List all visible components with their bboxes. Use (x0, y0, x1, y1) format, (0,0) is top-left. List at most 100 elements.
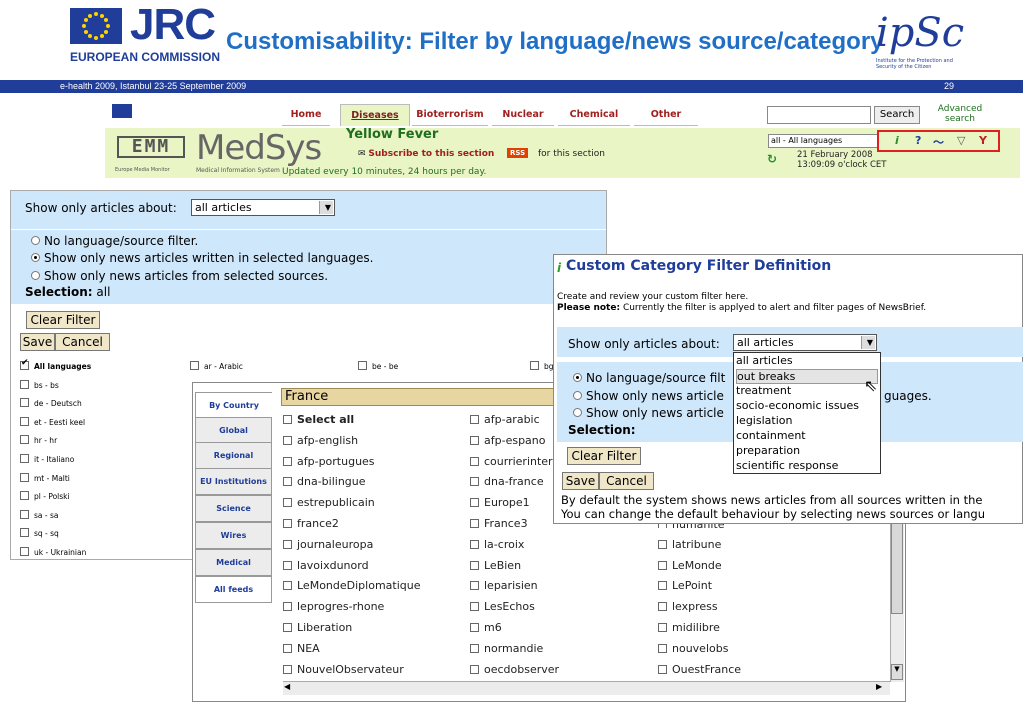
search-button[interactable]: Search (874, 106, 920, 124)
clear-filter-button[interactable]: Clear Filter (26, 311, 100, 329)
option-languages[interactable]: Show only news articles written in selec… (31, 251, 373, 265)
help-icon[interactable]: ? (915, 134, 921, 147)
source-item[interactable]: LeMondeDiplomatique (283, 579, 421, 592)
tab-home[interactable]: Home (282, 104, 330, 126)
source-checkbox[interactable] (283, 602, 292, 612)
source-checkbox[interactable] (283, 539, 292, 549)
chart-icon[interactable]: 〜 (933, 134, 944, 150)
tab-eu-institutions[interactable]: EU Institutions (195, 468, 272, 495)
source-checkbox[interactable] (470, 435, 479, 445)
source-checkbox[interactable] (283, 623, 292, 632)
custom-filter-icon[interactable]: Y (979, 134, 987, 147)
source-checkbox[interactable] (283, 415, 292, 424)
tab-diseases[interactable]: Diseases (340, 104, 410, 126)
category-option-sources[interactable]: Show only news article (573, 406, 724, 420)
category-option-languages[interactable]: Show only news article (573, 389, 724, 403)
source-checkbox[interactable] (283, 581, 292, 591)
language-select[interactable]: all - All languages (768, 134, 878, 148)
source-checkbox[interactable] (470, 581, 479, 591)
language-item[interactable]: uk - Ukrainian (20, 547, 86, 557)
radio-no-filter[interactable] (573, 373, 582, 382)
tab-chemical[interactable]: Chemical (558, 104, 630, 126)
source-checkbox[interactable] (470, 560, 479, 570)
language-item[interactable]: it - Italiano (20, 454, 74, 464)
source-checkbox[interactable] (283, 498, 292, 508)
source-item[interactable]: afp-portugues (283, 455, 375, 468)
language-checkbox[interactable] (358, 361, 367, 370)
language-checkbox[interactable] (20, 454, 29, 463)
language-checkbox[interactable] (20, 472, 29, 482)
source-item[interactable]: courrierinter (470, 455, 553, 468)
language-item[interactable]: mt - Malti (20, 472, 70, 483)
option-sources[interactable]: Show only news articles from selected so… (31, 269, 328, 283)
source-item[interactable]: dna-france (470, 475, 544, 488)
source-item[interactable]: leprogres-rhone (283, 600, 384, 613)
source-item[interactable]: journaleuropa (283, 538, 373, 551)
source-item[interactable]: NouvelObservateur (283, 663, 404, 676)
language-item[interactable]: bg (530, 361, 554, 371)
source-item[interactable]: Europe1 (470, 496, 530, 509)
source-checkbox[interactable] (470, 477, 479, 487)
source-checkbox[interactable] (283, 560, 292, 570)
source-checkbox[interactable] (283, 664, 292, 674)
source-item[interactable]: latribune (658, 538, 721, 551)
language-item[interactable]: be - be (358, 361, 398, 371)
show-only-select[interactable]: all articles ▼ (191, 199, 335, 216)
radio-no-filter[interactable] (31, 236, 40, 245)
source-item[interactable]: LeMonde (658, 559, 722, 572)
tab-by-country[interactable]: By Country (195, 392, 272, 419)
source-checkbox[interactable] (470, 602, 479, 612)
category-save-button[interactable]: Save (562, 472, 599, 490)
radio-sources[interactable] (31, 271, 40, 280)
scrollbar-thumb[interactable] (891, 520, 903, 614)
category-select[interactable]: all articles ▼ (733, 334, 877, 351)
language-checkbox[interactable] (20, 528, 29, 538)
dropdown-option[interactable]: all articles (736, 354, 793, 367)
source-checkbox[interactable] (470, 623, 479, 632)
source-checkbox[interactable] (658, 581, 667, 591)
language-checkbox[interactable] (190, 361, 199, 370)
cancel-button[interactable]: Cancel (55, 333, 110, 351)
source-checkbox[interactable] (283, 477, 292, 487)
radio-sources[interactable] (573, 408, 582, 417)
radio-languages[interactable] (31, 253, 40, 262)
source-item[interactable]: LeBien (470, 559, 521, 572)
source-checkbox[interactable] (283, 435, 292, 445)
source-checkbox[interactable] (283, 456, 292, 466)
source-item[interactable]: la-croix (470, 538, 524, 551)
language-item[interactable]: et - Eesti keel (20, 416, 85, 427)
source-item[interactable]: france2 (283, 517, 339, 530)
source-item[interactable]: normandie (470, 642, 543, 655)
language-item[interactable]: sq - sq (20, 528, 59, 538)
subscribe-link[interactable]: ✉ Subscribe to this section (358, 149, 494, 159)
dropdown-option[interactable]: treatment (736, 384, 791, 397)
source-checkbox[interactable] (658, 539, 667, 549)
tab-all-feeds[interactable]: All feeds (195, 576, 272, 603)
language-item[interactable]: pl - Polski (20, 491, 70, 501)
dropdown-option[interactable]: out breaks (736, 369, 878, 384)
tab-wires[interactable]: Wires (195, 522, 272, 549)
language-checkbox[interactable] (20, 547, 29, 556)
dropdown-option[interactable]: socio-economic issues (736, 399, 859, 412)
source-checkbox[interactable] (470, 456, 479, 466)
source-item[interactable]: Select all (283, 413, 354, 426)
source-item[interactable]: m6 (470, 621, 502, 634)
source-item[interactable]: Liberation (283, 621, 352, 634)
source-checkbox[interactable] (283, 643, 292, 653)
search-input[interactable] (767, 106, 871, 124)
source-item[interactable]: lavoixdunord (283, 559, 369, 572)
source-item[interactable]: afp-arabic (470, 413, 540, 426)
source-item[interactable]: estrepublicain (283, 496, 375, 509)
tab-medical[interactable]: Medical (195, 549, 272, 576)
source-checkbox[interactable] (470, 643, 479, 653)
tab-regional[interactable]: Regional (195, 442, 272, 469)
source-checkbox[interactable] (470, 415, 479, 424)
dropdown-option[interactable]: scientific response (736, 459, 838, 472)
source-item[interactable]: nouvelobs (658, 642, 728, 655)
tab-bioterrorism[interactable]: Bioterrorism (412, 104, 488, 126)
dropdown-option[interactable]: legislation (736, 414, 792, 427)
language-item[interactable]: ar - Arabic (190, 361, 243, 371)
option-no-filter[interactable]: No language/source filter. (31, 234, 198, 248)
scroll-left-icon[interactable]: ◀ (284, 682, 296, 694)
source-checkbox[interactable] (283, 519, 292, 528)
